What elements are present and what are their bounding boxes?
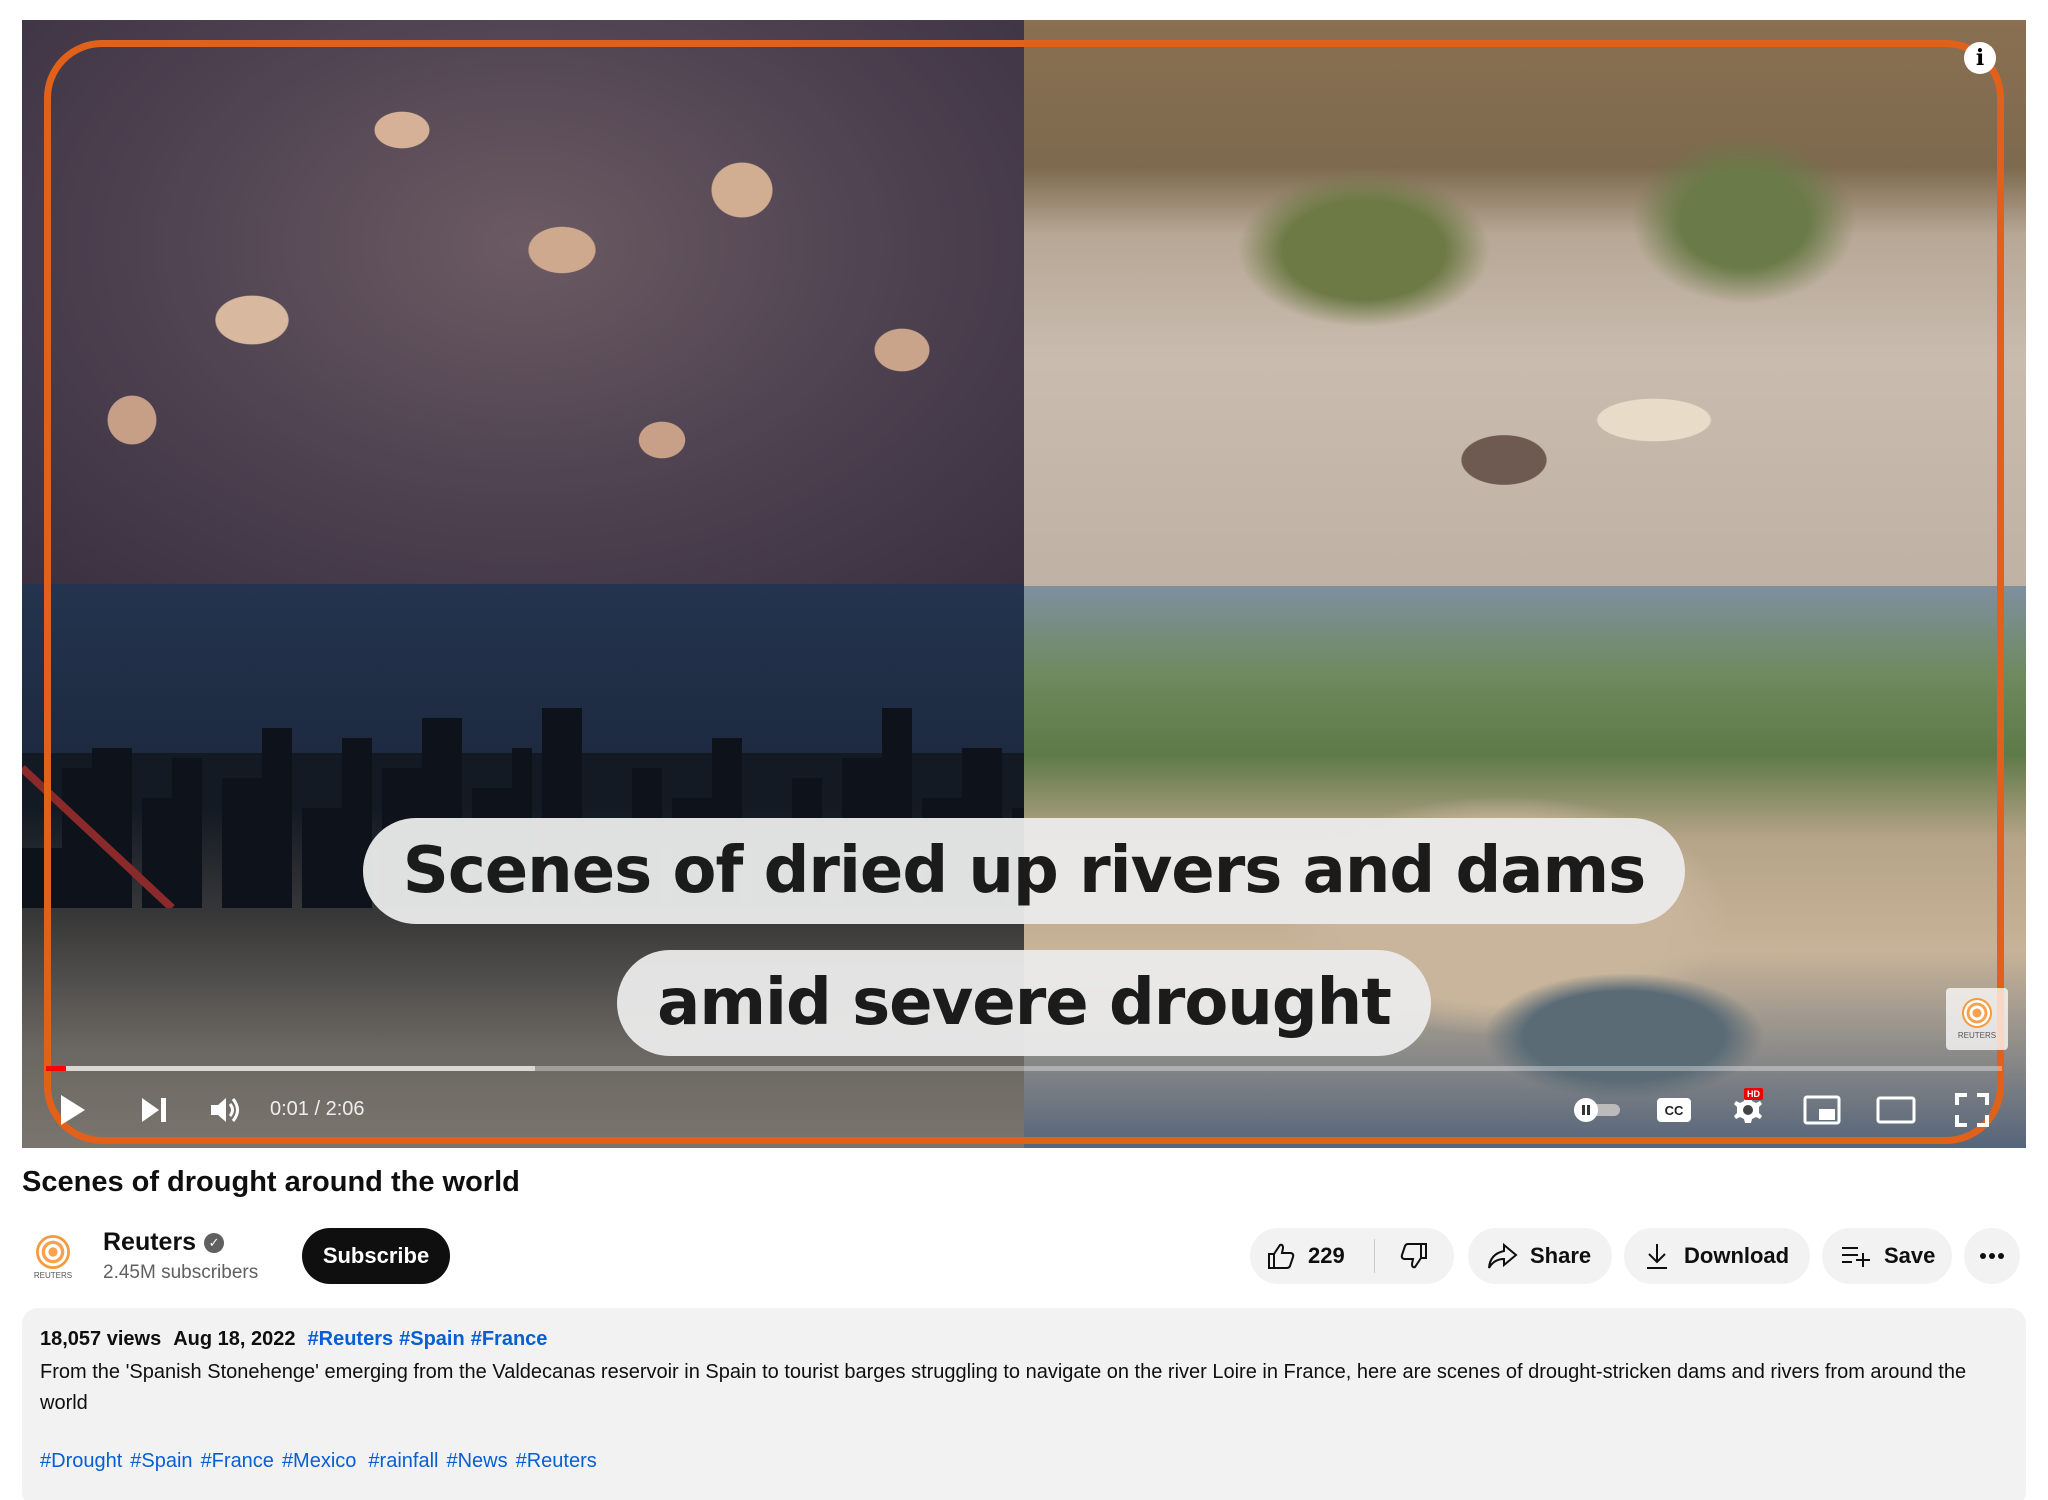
video-frame-stones bbox=[22, 20, 1024, 584]
subscriber-count: 2.45M subscribers bbox=[103, 1262, 259, 1283]
tag-link[interactable]: #Reuters bbox=[308, 1328, 394, 1351]
thumbs-up-icon bbox=[1268, 1243, 1295, 1269]
verified-icon: ✓ bbox=[204, 1232, 225, 1253]
share-button[interactable]: Share bbox=[1468, 1228, 1612, 1284]
miniplayer-icon bbox=[1803, 1095, 1841, 1125]
caption-text-1: Scenes of dried up rivers and dams bbox=[362, 818, 1686, 924]
avatar-text: REUTERS bbox=[33, 1270, 73, 1280]
more-horizontal-icon bbox=[1980, 1253, 2004, 1259]
dislike-button[interactable] bbox=[1375, 1228, 1453, 1284]
reuters-watermark: REUTERS bbox=[1946, 988, 2008, 1050]
like-dislike-group: 229 bbox=[1250, 1228, 1454, 1284]
channel-avatar[interactable]: REUTERS bbox=[22, 1226, 84, 1288]
download-button[interactable]: Download bbox=[1624, 1228, 1810, 1284]
captions-button[interactable]: CC bbox=[1644, 1080, 1704, 1140]
video-frame-dry-land bbox=[1024, 20, 2026, 586]
download-label: Download bbox=[1684, 1243, 1790, 1268]
reuters-logo-icon bbox=[1962, 998, 1992, 1028]
volume-icon bbox=[211, 1098, 239, 1122]
hashtag-link[interactable]: #France bbox=[201, 1450, 274, 1473]
caption-line-1: Scenes of dried up rivers and dams bbox=[22, 818, 2026, 924]
hashtag-link[interactable]: #Reuters bbox=[516, 1450, 597, 1473]
more-actions-button[interactable] bbox=[1964, 1228, 2020, 1284]
tag-link[interactable]: #Spain bbox=[399, 1328, 465, 1351]
video-player[interactable]: i Scenes of dried up rivers and dams ami… bbox=[22, 20, 2026, 1148]
next-button[interactable] bbox=[130, 1080, 178, 1140]
reuters-logo-icon bbox=[36, 1234, 70, 1269]
share-label: Share bbox=[1530, 1243, 1592, 1268]
download-icon bbox=[1647, 1244, 1667, 1269]
fullscreen-icon bbox=[1955, 1093, 1989, 1127]
upload-date: Aug 18, 2022 bbox=[173, 1328, 296, 1350]
video-meta: 18,057 views Aug 18, 2022 #Reuters #Spai… bbox=[40, 1328, 2008, 1351]
caption-text-2: amid severe drought bbox=[617, 950, 1431, 1056]
progress-bar[interactable] bbox=[46, 1066, 2002, 1071]
watermark-text: REUTERS bbox=[1957, 1031, 1997, 1040]
next-icon bbox=[142, 1098, 166, 1122]
save-label: Save bbox=[1884, 1243, 1936, 1268]
like-button[interactable]: 229 bbox=[1250, 1228, 1374, 1284]
save-button[interactable]: Save bbox=[1822, 1228, 1952, 1284]
playlist-add-icon bbox=[1842, 1247, 1870, 1267]
miniplayer-button[interactable] bbox=[1792, 1080, 1852, 1140]
hashtag-link[interactable]: #Drought bbox=[40, 1450, 122, 1473]
progress-loaded bbox=[46, 1066, 535, 1071]
settings-button[interactable]: HD bbox=[1718, 1080, 1778, 1140]
channel-name-row[interactable]: Reuters ✓ bbox=[103, 1228, 225, 1257]
video-title: Scenes of drought around the world bbox=[22, 1166, 520, 1198]
player-controls: 0:01 / 2:06 CC HD bbox=[22, 1080, 2026, 1140]
hashtag-link[interactable]: #News bbox=[446, 1450, 507, 1473]
fullscreen-button[interactable] bbox=[1942, 1080, 2002, 1140]
share-icon bbox=[1488, 1242, 1518, 1269]
info-icon[interactable]: i bbox=[1964, 42, 1996, 74]
hashtag-link[interactable]: #Spain bbox=[130, 1450, 192, 1473]
autoplay-toggle[interactable] bbox=[1562, 1080, 1632, 1140]
tag-link[interactable]: #France bbox=[471, 1328, 548, 1351]
view-count: 18,057 views bbox=[40, 1328, 162, 1350]
volume-button[interactable] bbox=[202, 1080, 250, 1140]
theater-button[interactable] bbox=[1866, 1080, 1926, 1140]
time-display: 0:01 / 2:06 bbox=[270, 1098, 365, 1120]
progress-played bbox=[46, 1066, 66, 1071]
svg-text:CC: CC bbox=[1665, 1103, 1684, 1118]
hashtag-link[interactable]: #rainfall bbox=[368, 1450, 438, 1473]
hd-badge: HD bbox=[1744, 1088, 1763, 1100]
theater-icon bbox=[1876, 1096, 1916, 1124]
play-button[interactable] bbox=[48, 1080, 96, 1140]
autoplay-toggle-icon bbox=[1574, 1098, 1620, 1122]
channel-name[interactable]: Reuters bbox=[103, 1228, 196, 1257]
description-box[interactable]: 18,057 views Aug 18, 2022 #Reuters #Spai… bbox=[22, 1308, 2026, 1500]
cc-icon: CC bbox=[1657, 1098, 1691, 1122]
subscribe-button[interactable]: Subscribe bbox=[302, 1228, 450, 1284]
description-hashtags: #Drought #Spain #France #Mexico #rainfal… bbox=[40, 1450, 2008, 1473]
play-icon bbox=[61, 1095, 85, 1125]
hashtag-link[interactable]: #Mexico bbox=[282, 1450, 356, 1473]
like-count: 229 bbox=[1308, 1243, 1345, 1268]
description-text: From the 'Spanish Stonehenge' emerging f… bbox=[40, 1361, 1967, 1414]
caption-line-2: amid severe drought bbox=[22, 950, 2026, 1056]
thumbs-down-icon bbox=[1400, 1243, 1427, 1269]
top-tags: #Reuters #Spain #France bbox=[308, 1328, 548, 1351]
